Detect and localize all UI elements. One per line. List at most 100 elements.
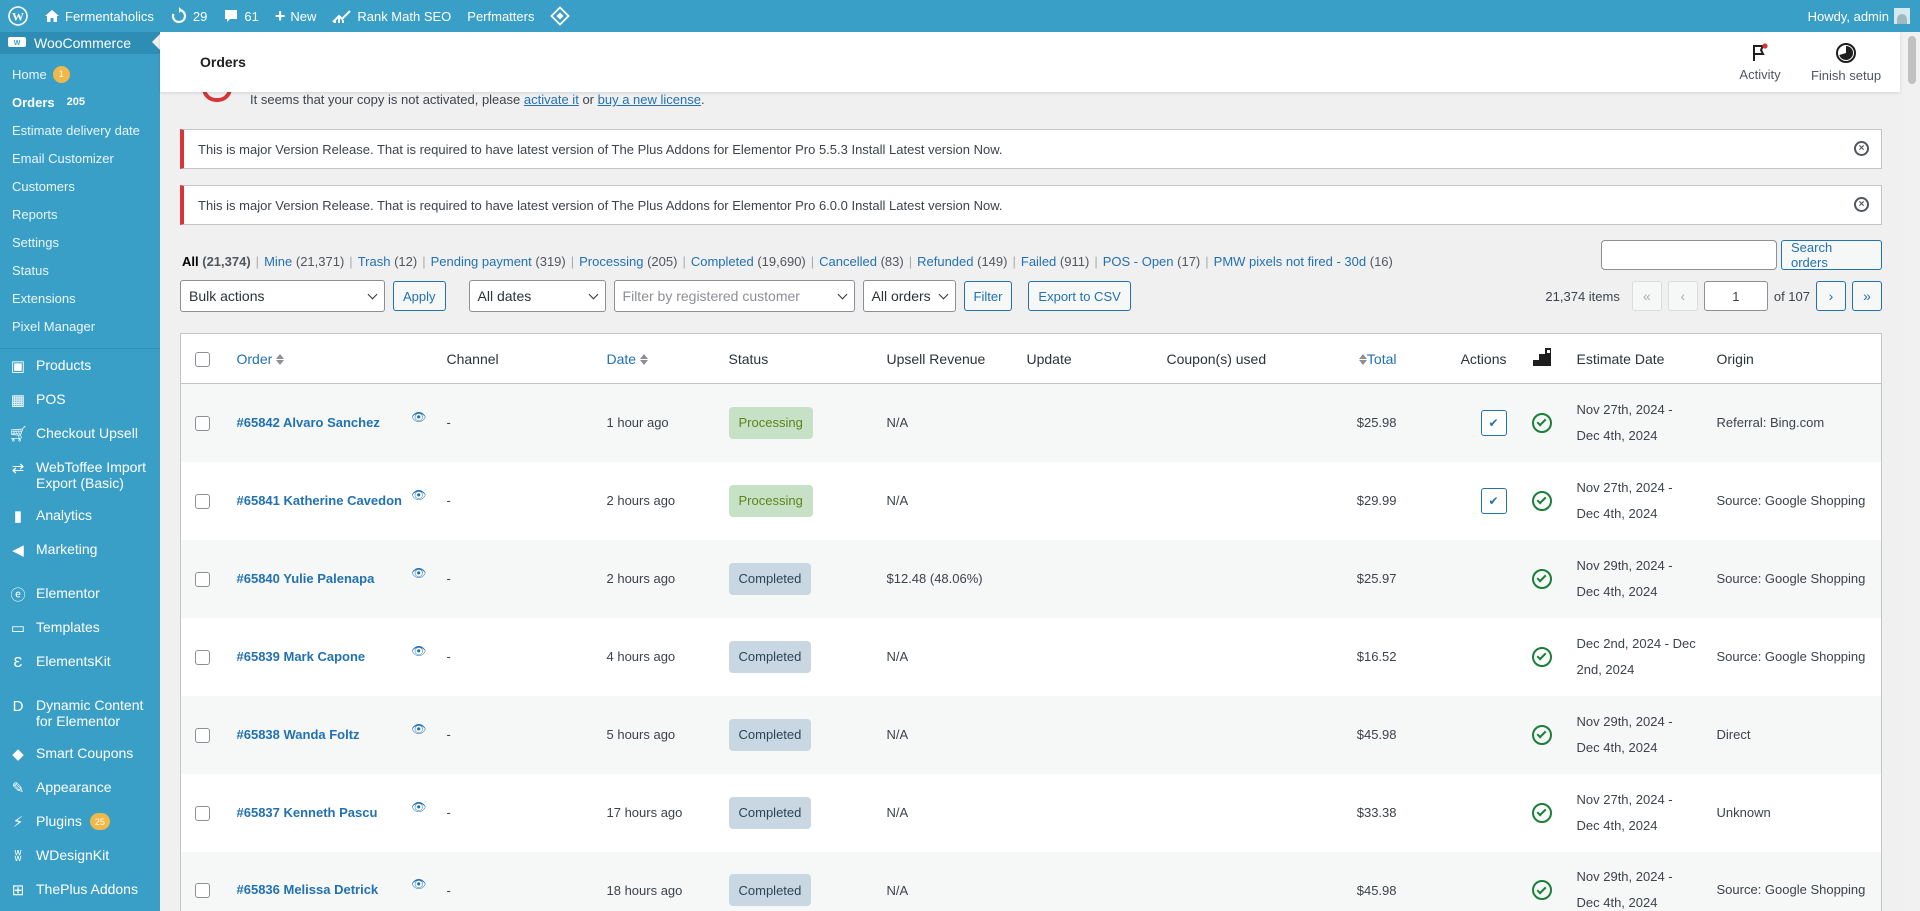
complete-action-button[interactable]: ✔ [1480, 409, 1507, 436]
activate-link[interactable]: activate it [524, 92, 579, 107]
filter-button[interactable]: Filter [963, 281, 1013, 311]
status-filter-cancelled[interactable]: Cancelled (83) [819, 254, 904, 269]
row-checkbox[interactable] [195, 805, 210, 821]
dismiss-notice-icon[interactable]: × [1854, 197, 1869, 212]
submenu-reports[interactable]: Reports [0, 200, 160, 228]
sidebar-item-analytics[interactable]: ▮ Analytics [0, 499, 160, 533]
complete-action-button[interactable]: ✔ [1480, 487, 1507, 514]
table-row[interactable]: #65840 Yulie Palenapa 👁︎ - 2 hours ago Compl… [180, 539, 1882, 618]
eye-icon[interactable]: 👁︎ [411, 410, 426, 424]
table-row[interactable]: #65841 Katherine Cavedon 👁︎ - 2 hours ago Pr… [181, 462, 1882, 540]
sidebar-item-pos[interactable]: ▦ POS [0, 383, 160, 417]
eye-icon[interactable]: 👁︎ [411, 722, 426, 736]
order-link[interactable]: #65841 Katherine Cavedon [237, 488, 402, 514]
first-page-button[interactable]: « [1631, 281, 1662, 311]
search-orders-button[interactable]: Search orders [1781, 240, 1882, 270]
sidebar-item-checkout-upsell[interactable]: 🛒︎ Checkout Upsell [0, 417, 160, 451]
table-row[interactable]: #65842 Alvaro Sanchez 👁︎ - 1 hour ago Proces… [180, 383, 1882, 462]
sidebar-item-marketing[interactable]: ◀ Marketing [0, 533, 160, 567]
date-column-header[interactable]: Date [607, 351, 649, 367]
order-link[interactable]: #65839 Mark Capone [237, 644, 366, 670]
row-checkbox[interactable] [195, 493, 210, 509]
scrollbar-thumb[interactable] [1908, 36, 1916, 84]
select-all-checkbox[interactable] [195, 351, 210, 367]
status-filter-pending-payment[interactable]: Pending payment (319) [431, 254, 566, 269]
sidebar-item-theplus[interactable]: ⊞ ThePlus Addons [0, 873, 160, 907]
submenu-estimate-delivery[interactable]: Estimate delivery date [0, 116, 160, 144]
wordpress-logo-link[interactable]: W [0, 0, 36, 32]
my-account-link[interactable]: Howdy, admin [1800, 0, 1920, 32]
sidebar-item-plugins[interactable]: ⚡︎ Plugins 25 [0, 805, 160, 839]
status-filter-refunded[interactable]: Refunded (149) [917, 254, 1007, 269]
search-input[interactable] [1601, 240, 1777, 270]
row-checkbox[interactable] [195, 571, 210, 587]
bulk-actions-select[interactable]: Bulk actions [180, 280, 385, 312]
submenu-extensions[interactable]: Extensions [0, 284, 160, 312]
sidebar-item-elementor[interactable]: ⓔ Elementor [0, 577, 160, 611]
eye-icon[interactable]: 👁︎ [411, 488, 426, 502]
rank-math-link[interactable]: Rank Math SEO [324, 0, 459, 32]
updates-link[interactable]: 29 [162, 0, 215, 32]
status-filter-pmw-pixels-not-fired-30d[interactable]: PMW pixels not fired - 30d (16) [1214, 254, 1393, 269]
order-column-header[interactable]: Order [237, 351, 285, 367]
page-scrollbar[interactable] [1904, 32, 1920, 911]
status-filter-pos-open[interactable]: POS - Open (17) [1103, 254, 1201, 269]
activity-button[interactable]: Activity [1720, 32, 1800, 92]
table-row[interactable]: #65836 Melissa Detrick 👁︎ - 18 hours ago Com… [180, 851, 1882, 911]
site-name-link[interactable]: Fermentaholics [36, 0, 162, 32]
status-filter-all[interactable]: All (21,374) [182, 254, 251, 269]
last-page-button[interactable]: » [1852, 281, 1882, 311]
status-filter-completed[interactable]: Completed (19,690) [691, 254, 806, 269]
sidebar-item-webtoffee[interactable]: ⇄ WebToffee Import Export (Basic) [0, 451, 160, 499]
perfmatters-link[interactable]: Perfmatters [459, 0, 542, 32]
finish-setup-button[interactable]: Finish setup [1806, 32, 1886, 92]
next-page-button[interactable]: › [1816, 281, 1846, 311]
table-row[interactable]: #65838 Wanda Foltz 👁︎ - 5 hours ago Complete… [180, 695, 1882, 774]
prev-page-button[interactable]: ‹ [1667, 281, 1698, 311]
table-row[interactable]: #65839 Mark Capone 👁︎ - 4 hours ago Complete… [181, 618, 1882, 696]
new-content-link[interactable]: + New [267, 0, 325, 32]
submenu-status[interactable]: Status [0, 256, 160, 284]
eye-icon[interactable]: 👁︎ [411, 877, 426, 891]
dates-select[interactable]: All dates [468, 280, 606, 312]
row-checkbox[interactable] [195, 649, 210, 665]
eye-icon[interactable]: 👁︎ [411, 644, 426, 658]
order-type-select[interactable]: All orders [862, 280, 956, 312]
order-link[interactable]: #65840 Yulie Palenapa [237, 566, 375, 592]
order-link[interactable]: #65837 Kenneth Pascu [237, 800, 378, 826]
sidebar-item-appearance[interactable]: ✎ Appearance [0, 771, 160, 805]
order-link[interactable]: #65838 Wanda Foltz [237, 722, 360, 748]
current-page-input[interactable]: 1 [1703, 281, 1768, 311]
submenu-home[interactable]: Home 1 [0, 60, 160, 88]
submenu-email-customizer[interactable]: Email Customizer [0, 144, 160, 172]
submenu-pixel-manager[interactable]: Pixel Manager [0, 312, 160, 340]
eye-icon[interactable]: 👁︎ [411, 800, 426, 814]
sidebar-item-templates[interactable]: ▭ Templates [0, 611, 160, 645]
row-checkbox[interactable] [195, 415, 210, 431]
diamond-menu-link[interactable] [542, 0, 578, 32]
sidebar-item-elementskit[interactable]: Ɛ ElementsKit [0, 645, 160, 679]
apply-button[interactable]: Apply [393, 281, 446, 311]
status-filter-mine[interactable]: Mine (21,371) [264, 254, 344, 269]
sidebar-item-woocommerce[interactable]: W WooCommerce [0, 32, 160, 54]
customer-filter-select[interactable]: Filter by registered customer [613, 280, 855, 312]
total-column-header[interactable]: Total [1355, 351, 1397, 367]
export-csv-button[interactable]: Export to CSV [1028, 281, 1131, 311]
submenu-customers[interactable]: Customers [0, 172, 160, 200]
row-checkbox[interactable] [195, 883, 210, 899]
comments-link[interactable]: 61 [215, 0, 266, 32]
submenu-orders[interactable]: Orders 205 [0, 88, 160, 116]
buy-license-link[interactable]: buy a new license [598, 92, 701, 107]
sidebar-item-smart-coupons[interactable]: ◆ Smart Coupons [0, 737, 160, 771]
sidebar-item-products[interactable]: ▣ Products [0, 349, 160, 383]
status-filter-processing[interactable]: Processing (205) [579, 254, 677, 269]
status-filter-trash[interactable]: Trash (12) [358, 254, 418, 269]
row-checkbox[interactable] [195, 727, 210, 743]
dismiss-notice-icon[interactable]: × [1854, 141, 1869, 156]
sidebar-item-dynamic-content[interactable]: D Dynamic Content for Elementor [0, 689, 160, 737]
status-filter-failed[interactable]: Failed (911) [1021, 254, 1089, 269]
table-row[interactable]: #65837 Kenneth Pascu 👁︎ - 17 hours ago Compl… [181, 774, 1882, 852]
order-link[interactable]: #65836 Melissa Detrick [237, 877, 379, 903]
submenu-settings[interactable]: Settings [0, 228, 160, 256]
eye-icon[interactable]: 👁︎ [411, 566, 426, 580]
